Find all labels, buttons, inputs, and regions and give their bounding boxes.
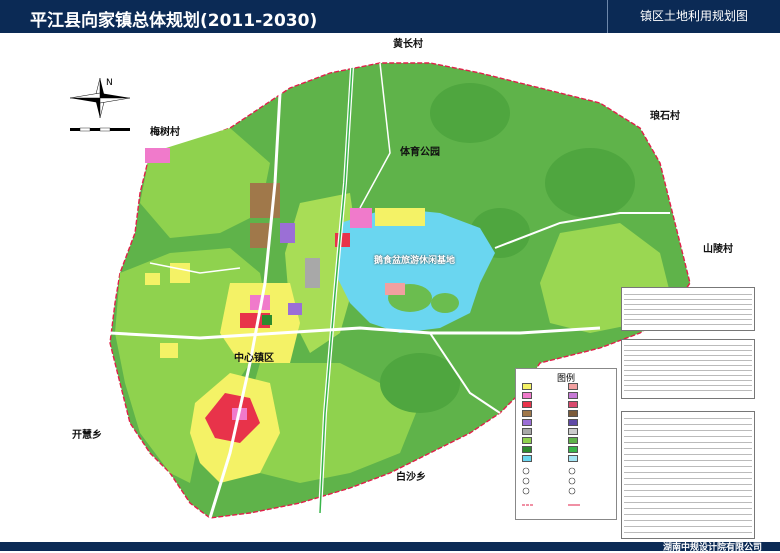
title-bar: 平江县向家镇总体规划(2011-2030) 镇区土地利用规划图: [0, 0, 780, 33]
resort-yellow: [375, 208, 425, 226]
resort-admin: [350, 208, 372, 228]
legend-swatch: [568, 401, 578, 408]
legend-swatch: [522, 428, 532, 435]
legend-swatch: [522, 446, 532, 453]
legend-symbols: [522, 467, 580, 506]
compass-icon: N: [69, 77, 131, 119]
brown-block: [250, 223, 270, 248]
village-label-shanling: 山陵村: [703, 244, 733, 255]
legend-swatch: [568, 383, 578, 390]
map-title: 平江县向家镇总体规划(2011-2030): [30, 11, 318, 31]
forest-patch: [545, 148, 635, 218]
purple-block: [288, 303, 302, 315]
legend-swatch: [522, 392, 532, 399]
village-label-kaihui: 开慧乡: [72, 430, 102, 441]
footer-bar: 湖南中规设计院有限公司: [0, 542, 780, 553]
village-label-baisha: 白沙乡: [396, 472, 426, 483]
purple-block: [280, 223, 295, 243]
place-label-tiyu-park: 体育公园: [400, 147, 440, 158]
green-park: [262, 315, 272, 325]
legend-swatch: [522, 437, 532, 444]
scale-bar-icon: [70, 127, 130, 132]
organization-name: 湖南中规设计院有限公司: [662, 543, 762, 553]
resort-commercial: [335, 233, 350, 247]
resort-gray: [305, 258, 320, 288]
yellow-block: [160, 343, 178, 358]
legend-swatch: [568, 419, 578, 426]
legend-swatch: [568, 410, 578, 417]
legend-swatch: [522, 383, 532, 390]
village-label-meishu: 梅树村: [150, 127, 180, 138]
table-1: [621, 287, 755, 331]
legend: 图例: [515, 368, 617, 520]
legend-swatch: [522, 419, 532, 426]
resort-pink: [385, 283, 405, 295]
legend-swatch: [522, 410, 532, 417]
place-label-resort: 鹅食盆旅游休闲基地: [374, 256, 456, 266]
place-label-center-town: 中心镇区: [234, 353, 274, 364]
table-2: [621, 339, 755, 399]
legend-swatch: [568, 455, 578, 462]
village-label-langshi: 琅石村: [650, 111, 680, 122]
legend-swatch: [568, 437, 578, 444]
forest-patch: [430, 83, 510, 143]
north-label: N: [106, 78, 113, 88]
lake-island: [431, 293, 459, 313]
legend-swatch: [568, 446, 578, 453]
legend-swatch: [568, 392, 578, 399]
yellow-block: [145, 273, 160, 285]
village-label-huangchang: 黄长村: [393, 39, 423, 50]
admin-block: [145, 148, 170, 163]
table-3: [621, 411, 755, 539]
map-subtitle: 镇区土地利用规划图: [607, 0, 780, 33]
legend-swatch: [522, 455, 532, 462]
forest-patch: [380, 353, 460, 413]
legend-swatch: [522, 401, 532, 408]
yellow-block: [170, 263, 190, 283]
legend-swatch: [568, 428, 578, 435]
